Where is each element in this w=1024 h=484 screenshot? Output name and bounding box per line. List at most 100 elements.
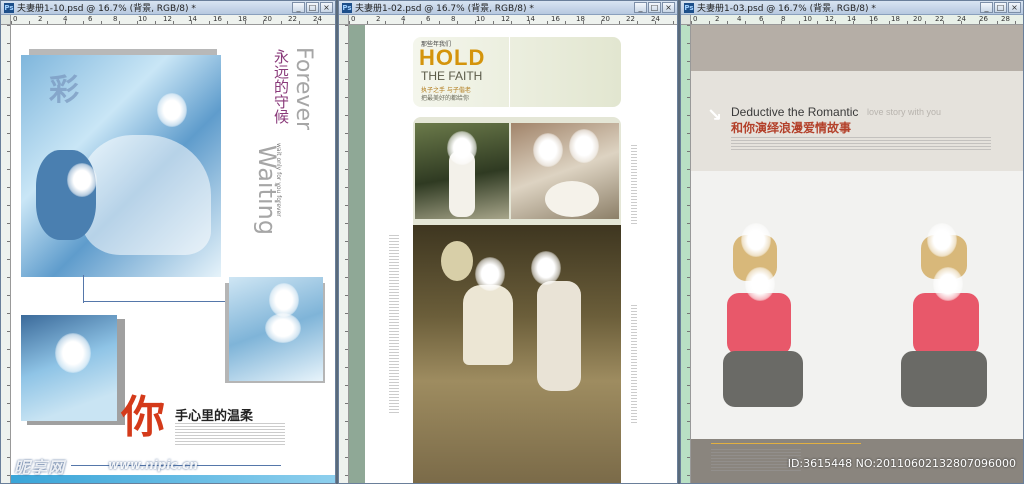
title-bar[interactable]: Ps 夫妻册1-03.psd @ 16.7% (背景, RGB/8) * _ □… (681, 1, 1023, 15)
body-text-lines (389, 235, 399, 415)
vertical-ruler[interactable] (339, 25, 349, 483)
face-blur (475, 257, 505, 291)
ruler-corner (681, 15, 691, 25)
document-window-2[interactable]: Ps 夫妻册1-02.psd @ 16.7% (背景, RGB/8) * _ □… (338, 0, 678, 484)
body-text-lines (175, 423, 285, 445)
ruler-label: 2 (38, 15, 43, 23)
photoshop-icon: Ps (4, 2, 14, 13)
ruler-label: 10 (803, 15, 812, 23)
ruler-label: 8 (113, 15, 118, 23)
bouquet-shape (441, 241, 473, 281)
ruler-label: 26 (979, 15, 988, 23)
ruler-label: 14 (526, 15, 535, 23)
ruler-label: 18 (238, 15, 247, 23)
ruler-label: 10 (138, 15, 147, 23)
document-window-3[interactable]: Ps 夫妻册1-03.psd @ 16.7% (背景, RGB/8) * _ □… (680, 0, 1024, 484)
site-watermark: 昵享网 (14, 458, 66, 477)
minimize-button[interactable]: _ (980, 2, 993, 13)
ruler-label: 0 (351, 15, 356, 23)
ruler-label: 22 (935, 15, 944, 23)
dress-shape (463, 285, 513, 365)
deductive-title: Deductive the Romantic (731, 105, 859, 119)
vertical-ruler[interactable] (681, 25, 691, 483)
maximize-button[interactable]: □ (994, 2, 1007, 13)
body-text-lines (631, 145, 637, 225)
photo-main (413, 225, 621, 483)
face-blur (67, 163, 97, 197)
title-bar[interactable]: Ps 夫妻册1-10.psd @ 16.7% (背景, RGB/8) * _ □… (1, 1, 335, 15)
window-title: 夫妻册1-10.psd @ 16.7% (背景, RGB/8) * (17, 4, 196, 14)
ruler-label: 12 (163, 15, 172, 23)
ruler-label: 20 (601, 15, 610, 23)
canvas-page-3[interactable]: ↘ Deductive the Romantic love story with… (691, 25, 1023, 483)
ruler-label: 14 (847, 15, 856, 23)
shirt-shape (913, 293, 979, 355)
photoshop-icon: Ps (684, 2, 694, 13)
dress-shape (81, 135, 211, 255)
minimize-button[interactable]: _ (292, 2, 305, 13)
body-text-lines (631, 305, 637, 425)
heading-cn: 永远的守候 (272, 49, 290, 124)
main-photo: 彩 (21, 55, 221, 277)
canvas-page-1[interactable]: 彩 永远的守候 Forever wait only for you foreve… (11, 25, 335, 483)
corner-photo (21, 315, 117, 421)
caption-cn: 手心里的温柔 (175, 409, 254, 424)
maximize-button[interactable]: □ (306, 2, 319, 13)
close-button[interactable]: × (662, 2, 675, 13)
big-red-char: 你 (121, 392, 165, 443)
tagline-2: 把最美好的都给你 (421, 95, 470, 102)
face-blur (927, 223, 957, 257)
document-window-1[interactable]: Ps 夫妻册1-10.psd @ 16.7% (背景, RGB/8) * _ □… (0, 0, 336, 484)
waiting-text: Waiting (253, 145, 281, 236)
ruler-label: 16 (869, 15, 878, 23)
window-title: 夫妻册1-02.psd @ 16.7% (背景, RGB/8) * (355, 4, 534, 14)
ruler-label: 2 (376, 15, 381, 23)
ruler-label: 6 (426, 15, 431, 23)
face-blur (569, 129, 599, 163)
ruler-label: 0 (13, 15, 18, 23)
ruler-label: 20 (913, 15, 922, 23)
decor-glyph: 彩 (49, 73, 79, 108)
minimize-button[interactable]: _ (634, 2, 647, 13)
ruler-label: 4 (737, 15, 742, 23)
pants-shape (723, 351, 803, 407)
horizontal-ruler[interactable]: 0 2 4 6 8 10 12 14 16 18 20 22 24 (11, 15, 335, 25)
guide-line (83, 301, 231, 302)
ruler-label: 16 (213, 15, 222, 23)
ruler-label: 10 (476, 15, 485, 23)
ruler-label: 0 (693, 15, 698, 23)
ruler-label: 8 (451, 15, 456, 23)
vertical-ruler[interactable] (1, 25, 11, 483)
image-id-text: ID:3615448 NO:20110602132807096000 (787, 457, 1016, 470)
suit-shape (537, 281, 581, 391)
face-blur (55, 333, 91, 373)
flowers-shape (545, 181, 599, 217)
face-blur (269, 283, 299, 317)
face-blur (933, 267, 963, 301)
ruler-label: 22 (288, 15, 297, 23)
maximize-button[interactable]: □ (648, 2, 661, 13)
ruler-label: 14 (188, 15, 197, 23)
face-blur (265, 313, 301, 343)
close-button[interactable]: × (320, 2, 333, 13)
face-blur (531, 251, 561, 285)
horizontal-ruler[interactable]: 0 2 4 6 8 10 12 14 16 18 20 22 24 26 28 (691, 15, 1023, 25)
body-text-lines (731, 137, 991, 151)
canvas-page-2[interactable]: 那些年我们 HOLD THE FAITH 执子之手 与子偕老 把最美好的都给你 (349, 25, 677, 483)
ruler-corner (1, 15, 11, 25)
ruler-label: 24 (651, 15, 660, 23)
face-blur (745, 267, 775, 301)
url-watermark: www.nipic.cn (108, 458, 198, 472)
face-blur (741, 223, 771, 257)
close-button[interactable]: × (1008, 2, 1021, 13)
horizontal-ruler[interactable]: 0 2 4 6 8 10 12 14 16 18 20 22 24 (349, 15, 677, 25)
ruler-label: 18 (576, 15, 585, 23)
ruler-label: 12 (825, 15, 834, 23)
ruler-label: 6 (759, 15, 764, 23)
divider (509, 37, 510, 107)
window-title: 夫妻册1-03.psd @ 16.7% (背景, RGB/8) * (697, 4, 876, 14)
photo-top-right (511, 123, 619, 219)
left-band (349, 25, 365, 483)
pants-shape (901, 351, 987, 407)
title-bar[interactable]: Ps 夫妻册1-02.psd @ 16.7% (背景, RGB/8) * _ □… (339, 1, 677, 15)
